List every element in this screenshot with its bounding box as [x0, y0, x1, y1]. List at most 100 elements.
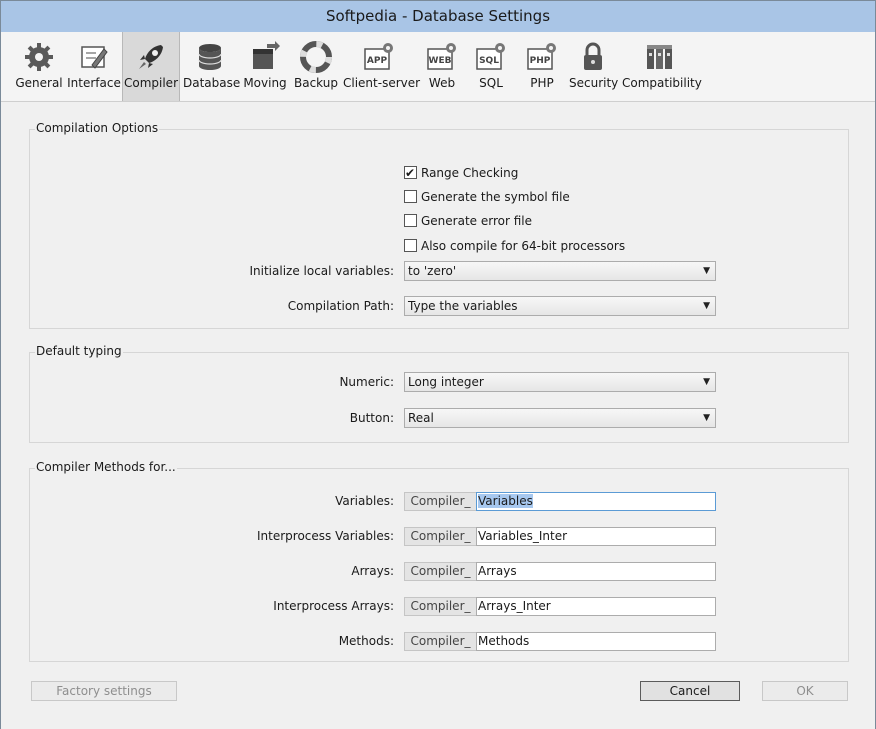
- svg-text:SQL: SQL: [479, 56, 499, 66]
- interprocess-arrays-label: Interprocess Arrays:: [273, 599, 394, 613]
- tab-moving[interactable]: Moving: [241, 32, 289, 101]
- select-value: Type the variables: [408, 299, 518, 313]
- tab-security[interactable]: Security: [569, 32, 619, 101]
- checkbox-label: Also compile for 64-bit processors: [421, 239, 626, 253]
- select-value: Real: [408, 411, 434, 425]
- checkbox-box[interactable]: [404, 190, 417, 203]
- gear-icon: [25, 43, 53, 71]
- generate-symbol-file-checkbox[interactable]: Generate the symbol file: [404, 189, 570, 205]
- compilation-path-select[interactable]: Type the variables ▼: [404, 296, 716, 316]
- svg-text:APP: APP: [367, 56, 388, 66]
- group-title: Default typing: [35, 344, 123, 358]
- chevron-down-icon: ▼: [703, 301, 710, 311]
- svg-text:PHP: PHP: [530, 56, 551, 66]
- app-gear-icon: APP: [364, 43, 393, 70]
- factory-settings-button[interactable]: Factory settings: [31, 681, 177, 701]
- numeric-select[interactable]: Long integer ▼: [404, 372, 716, 392]
- button-select[interactable]: Real ▼: [404, 408, 716, 428]
- field-value: Arrays: [478, 564, 517, 578]
- numeric-label: Numeric:: [339, 375, 394, 389]
- interprocess-variables-label: Interprocess Variables:: [257, 529, 394, 543]
- checkbox-label: Generate error file: [421, 214, 532, 228]
- methods-prefix: Compiler_: [404, 632, 477, 651]
- compiler-panel: Compilation Options Range Checking Gener…: [1, 103, 875, 729]
- tab-client-server[interactable]: APP Client-server: [343, 32, 421, 101]
- range-checking-checkbox[interactable]: Range Checking: [404, 165, 518, 181]
- rocket-icon: [139, 45, 163, 69]
- compilation-options-group: Compilation Options Range Checking Gener…: [29, 121, 849, 329]
- ok-button[interactable]: OK: [762, 681, 848, 701]
- arrays-label: Arrays:: [351, 564, 394, 578]
- select-value: Long integer: [408, 375, 484, 389]
- tab-compiler[interactable]: Compiler: [122, 32, 180, 101]
- group-title: Compilation Options: [35, 121, 160, 135]
- lifebuoy-icon: [300, 41, 332, 73]
- tab-backup[interactable]: Backup: [293, 32, 339, 101]
- interprocess-arrays-prefix: Compiler_: [404, 597, 477, 616]
- default-typing-group: Default typing Numeric: Long integer ▼ B…: [29, 344, 849, 443]
- field-value: Variables_Inter: [478, 529, 568, 543]
- arrays-field[interactable]: Arrays: [476, 562, 716, 581]
- tab-label: Web: [428, 76, 456, 90]
- tab-general[interactable]: General: [15, 32, 63, 101]
- arrays-prefix: Compiler_: [404, 562, 477, 581]
- field-value: Variables: [478, 494, 533, 508]
- tab-label: Compatibility: [622, 76, 702, 90]
- tab-label: Database: [183, 76, 241, 90]
- checkbox-box[interactable]: [404, 165, 417, 181]
- title-bar[interactable]: Softpedia - Database Settings: [1, 1, 875, 32]
- settings-toolbar: General Interface Compiler Database Movi…: [1, 32, 875, 102]
- tab-label: Client-server: [343, 76, 421, 90]
- tab-interface[interactable]: Interface: [67, 32, 121, 101]
- checkbox-box[interactable]: [404, 214, 417, 227]
- chevron-down-icon: ▼: [703, 266, 710, 276]
- variables-label: Variables:: [335, 494, 394, 508]
- tab-database[interactable]: Database: [183, 32, 241, 101]
- database-icon: [198, 44, 222, 70]
- web-gear-icon: WEB: [427, 43, 456, 70]
- cancel-button[interactable]: Cancel: [640, 681, 740, 701]
- compile-64bit-checkbox[interactable]: Also compile for 64-bit processors: [404, 238, 625, 254]
- chevron-down-icon: ▼: [703, 413, 710, 423]
- tab-web[interactable]: WEB Web: [419, 32, 465, 101]
- interprocess-variables-field[interactable]: Variables_Inter: [476, 527, 716, 546]
- checkbox-box[interactable]: [404, 239, 417, 252]
- compatibility-icon: [647, 45, 672, 69]
- svg-text:WEB: WEB: [429, 56, 452, 66]
- padlock-icon: [584, 42, 602, 70]
- moving-box-icon: [253, 41, 280, 69]
- tab-label: SQL: [479, 76, 503, 90]
- field-value: Methods: [478, 634, 530, 648]
- tab-sql[interactable]: SQL SQL: [468, 32, 514, 101]
- init-local-vars-label: Initialize local variables:: [249, 264, 394, 278]
- variables-prefix: Compiler_: [404, 492, 477, 511]
- field-value: Arrays_Inter: [478, 599, 551, 613]
- chevron-down-icon: ▼: [703, 377, 710, 387]
- tab-label: Interface: [67, 76, 121, 90]
- methods-field[interactable]: Methods: [476, 632, 716, 651]
- methods-label: Methods:: [338, 634, 394, 648]
- tab-label: General: [15, 76, 63, 90]
- pencil-icon: [81, 46, 108, 69]
- init-local-vars-select[interactable]: to 'zero' ▼: [404, 261, 716, 281]
- compilation-path-label: Compilation Path:: [287, 299, 394, 313]
- interprocess-arrays-field[interactable]: Arrays_Inter: [476, 597, 716, 616]
- php-gear-icon: PHP: [527, 43, 556, 70]
- compiler-methods-group: Compiler Methods for... Variables: Compi…: [29, 460, 849, 662]
- tab-php[interactable]: PHP PHP: [519, 32, 565, 101]
- select-value: to 'zero': [408, 264, 457, 278]
- tab-label: Backup: [294, 76, 338, 90]
- checkbox-label: Range Checking: [421, 166, 519, 180]
- generate-error-file-checkbox[interactable]: Generate error file: [404, 213, 532, 229]
- sql-gear-icon: SQL: [476, 43, 505, 70]
- variables-field[interactable]: Variables: [476, 492, 716, 511]
- group-title: Compiler Methods for...: [35, 460, 177, 474]
- checkbox-label: Generate the symbol file: [421, 190, 570, 204]
- settings-window: Softpedia - Database Settings General In…: [0, 0, 876, 729]
- tab-label: Compiler: [123, 76, 178, 90]
- tab-label: PHP: [530, 76, 554, 90]
- tab-label: Security: [569, 76, 619, 90]
- button-label: Button:: [349, 411, 394, 425]
- window-title: Softpedia - Database Settings: [325, 7, 551, 25]
- tab-compatibility[interactable]: Compatibility: [622, 32, 702, 101]
